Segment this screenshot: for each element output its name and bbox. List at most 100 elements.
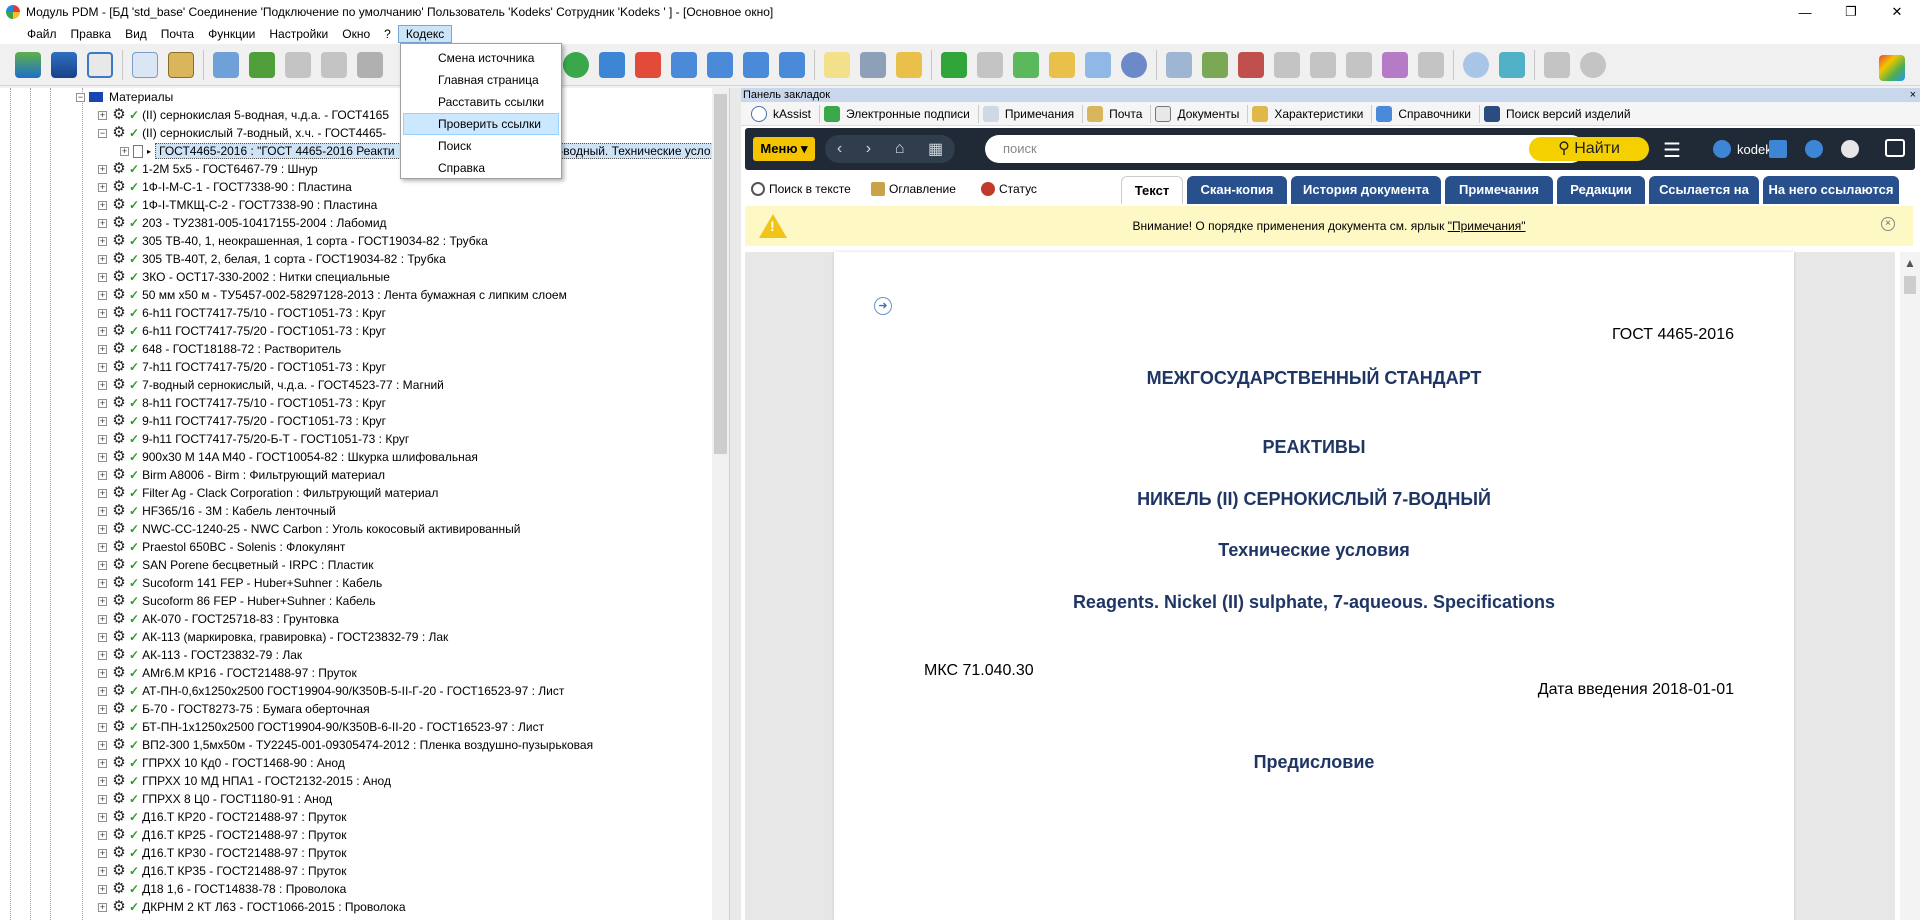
expand-toggle[interactable]: + [98,398,107,408]
expand-toggle[interactable]: + [98,362,107,372]
tree-item[interactable]: + ⚙ ✓ Д16.Т КР20 - ГОСТ21488-97 : Пруток [98,808,346,826]
forward-icon[interactable]: › [866,140,871,158]
toolbar-button[interactable] [1044,47,1080,83]
toolbar-button[interactable] [774,47,810,83]
expand-toggle[interactable]: + [98,218,107,228]
banner-close-icon[interactable]: × [1881,217,1895,231]
toolbar-button[interactable] [1874,50,1910,86]
tree-item[interactable]: + ⚙ ✓ 1Ф-I-М-С-1 - ГОСТ7338-90 : Пластина [98,178,352,196]
toolbar-button[interactable] [1413,47,1449,83]
toolbar-button[interactable] [163,47,199,83]
expand-toggle[interactable]: + [98,254,107,264]
tree-root[interactable]: − Материалы [76,88,173,106]
menu-functions[interactable]: Функции [201,25,262,43]
document-scrollbar[interactable]: ▲ [1900,252,1920,920]
expand-toggle[interactable]: + [98,452,107,462]
menu-file[interactable]: Файл [20,25,64,43]
tree-item[interactable]: + ⚙ ✓ Birm A8006 - Birm : Фильтрующий матер… [98,466,385,484]
search-in-text-button[interactable]: Поиск в тексте [751,182,851,196]
tree-item[interactable]: + ⚙ ✓ ГПРХХ 10 Кд0 - ГОСТ1468-90 : Анод [98,754,345,772]
expand-toggle[interactable]: + [98,524,107,534]
tab-editions[interactable]: Редакции [1557,176,1645,204]
tree-item[interactable]: + ⚙ ✓ АК-113 - ГОСТ23832-79 : Лак [98,646,302,664]
expand-toggle[interactable]: + [98,866,107,876]
toolbar-button[interactable] [702,47,738,83]
tab-text[interactable]: Текст [1121,176,1183,204]
toolbar-button[interactable] [630,47,666,83]
expand-toggle[interactable]: + [98,542,107,552]
tree-item[interactable]: + ⚙ ✓ Sucoform 141 FEP - Huber+Suhner : Каб… [98,574,382,592]
menu-help[interactable]: ? [377,25,398,43]
bookmark-signatures[interactable]: Электронные подписи [820,104,979,123]
toolbar-button[interactable] [558,47,594,83]
expand-toggle[interactable]: + [98,686,107,696]
toolbar-button[interactable] [1341,47,1377,83]
toolbar-button[interactable] [1197,47,1233,83]
toolbar-button[interactable] [1008,47,1044,83]
expand-toggle[interactable]: + [98,344,107,354]
expand-toggle[interactable]: + [98,506,107,516]
tree-item[interactable]: + ⚙ ✓ 50 мм х50 м - ТУ5457-002-58297128-201… [98,286,567,304]
expand-toggle[interactable]: + [98,758,107,768]
toolbar-button[interactable] [1458,47,1494,83]
bookmark-documents[interactable]: Документы [1151,104,1249,123]
find-button[interactable]: ⚲ Найти [1529,137,1649,161]
expand-toggle[interactable]: + [98,902,107,912]
tree-item[interactable]: + ⚙ ✓ ЗКО - ОСТ17-330-2002 : Нитки специаль… [98,268,390,286]
toolbar-button[interactable] [1116,47,1152,83]
menu-mail[interactable]: Почта [154,25,201,43]
tree-item[interactable]: + ⚙ ✓ Б-70 - ГОСТ8273-75 : Бумага оберточна… [98,700,370,718]
toolbar-button[interactable] [819,47,855,83]
toolbar-button[interactable] [1305,47,1341,83]
expand-toggle[interactable]: + [98,470,107,480]
menu-kodeks[interactable]: Кодекс [397,25,453,43]
tab-scan-copy[interactable]: Скан-копия [1187,176,1287,204]
tree-item[interactable]: + ⚙ ✓ Sucoform 86 FEP - Huber+Suhner : Кабе… [98,592,376,610]
expand-toggle[interactable]: + [98,110,107,120]
scrollbar-thumb[interactable] [714,94,727,454]
menu-window[interactable]: Окно [335,25,377,43]
toolbar-button[interactable] [1494,47,1530,83]
messages-icon[interactable] [1885,139,1905,157]
scroll-up-icon[interactable]: ▲ [1904,256,1916,270]
panel-close-icon[interactable]: × [1910,88,1916,102]
tree-item[interactable]: + ⚙ ✓ 305 ТВ-40Т, 2, белая, 1 сорта - ГОСТ1… [98,250,446,268]
toolbar-button[interactable] [46,47,82,83]
back-icon[interactable]: ‹ [837,140,842,158]
tree-item[interactable]: + ⚙ ✓ 648 - ГОСТ18188-72 : Растворитель [98,340,341,358]
status-button[interactable]: Статус [981,182,1037,196]
expand-toggle[interactable]: + [98,200,107,210]
tree-item[interactable]: + ⚙ ✓ NWC-CC-1240-25 - NWC Carbon : Уголь к… [98,520,520,538]
pane-splitter[interactable] [729,88,741,920]
tree-item[interactable]: + ⚙ ✓ SAN Porene бесцветный - IRPC : Пласти… [98,556,373,574]
tree-item[interactable]: + ⚙ ✓ 900х30 M 14A M40 - ГОСТ10054-82 : Шку… [98,448,478,466]
menu-item-search[interactable]: Поиск [403,135,559,157]
expand-toggle[interactable]: + [98,830,107,840]
tree-item[interactable]: + ⚙ ✓ 9-h11 ГОСТ7417-75/20 - ГОСТ1051-73 : … [98,412,386,430]
toolbar-button[interactable] [936,47,972,83]
hamburger-menu-icon[interactable]: ☰ [1663,138,1681,163]
collapse-toggle[interactable]: − [98,128,107,138]
toolbar-button[interactable] [594,47,630,83]
minimize-button[interactable]: — [1782,0,1828,24]
toolbar-button[interactable] [738,47,774,83]
toolbar-button[interactable] [1269,47,1305,83]
expand-toggle[interactable]: + [120,146,129,156]
bookmark-kassist[interactable]: kAssist [747,104,821,123]
tree-item[interactable]: + ⚙ ✓ АК-113 (маркировка, гравировка) - ГОС… [98,628,448,646]
tree-item[interactable]: − ⚙ ✓ (II) сернокислый 7-водный, х.ч. - … [98,124,386,142]
tree-item[interactable]: + ⚙ ✓ АТ-ПН-0,6х1250х2500 ГОСТ19904-90/К350… [98,682,564,700]
tree-item[interactable]: + ⚙ ✓ БТ-ПН-1х1250х2500 ГОСТ19904-90/К350В-… [98,718,544,736]
toolbar-button[interactable] [352,47,388,83]
document-navigate-icon[interactable]: ➜ [874,297,892,315]
bookmark-notes[interactable]: Примечания [979,104,1084,123]
tree-item[interactable]: + ⚙ ✓ 7-h11 ГОСТ7417-75/20 - ГОСТ1051-73 : … [98,358,386,376]
tab-refers-to[interactable]: Ссылается на [1649,176,1759,204]
tree-scrollbar[interactable] [712,88,729,920]
toolbar-button[interactable] [1080,47,1116,83]
expand-toggle[interactable]: + [98,164,107,174]
bookmark-version-search[interactable]: Поиск версий изделий [1480,105,1639,123]
tree-item[interactable]: + ⚙ ✓ HF365/16 - 3M : Кабель ленточный [98,502,336,520]
toolbar-button[interactable] [891,47,927,83]
expand-toggle[interactable]: + [98,740,107,750]
